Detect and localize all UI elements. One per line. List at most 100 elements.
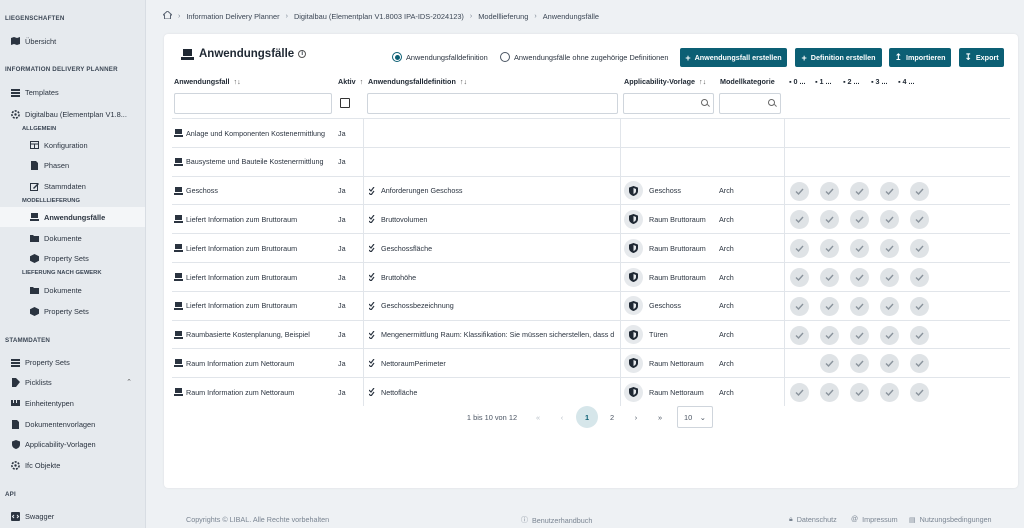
cell-applicability[interactable]: Geschoss: [624, 177, 718, 205]
sidebar-item-stammdaten[interactable]: Stammdaten: [0, 176, 145, 196]
home-icon[interactable]: [161, 10, 174, 21]
sidebar-item-ifc-objekte[interactable]: Ifc Objekte: [0, 455, 145, 475]
cell-definition[interactable]: Nettofläche: [369, 378, 619, 406]
sidebar-item-einheitentypen[interactable]: Einheitentypen: [0, 393, 145, 413]
filter-modellkategorie-input[interactable]: [719, 93, 781, 114]
phase-check-icon[interactable]: [820, 296, 839, 316]
sort-icon[interactable]: ↑↓: [460, 77, 467, 86]
filter-aktiv-checkbox[interactable]: [340, 98, 350, 108]
phase-check-icon[interactable]: [850, 296, 869, 316]
phase-check-icon[interactable]: [880, 181, 899, 201]
phase-check-icon[interactable]: [850, 268, 869, 287]
phase-check-icon[interactable]: [820, 239, 839, 259]
sort-asc-icon[interactable]: ↑: [360, 77, 364, 86]
page-1-button[interactable]: 1: [576, 406, 598, 428]
cell-definition[interactable]: Bruttohöhe: [369, 263, 619, 291]
phase-check-icon[interactable]: [880, 210, 899, 230]
phase-check-icon[interactable]: [820, 181, 839, 201]
cell-applicability[interactable]: Türen: [624, 321, 718, 349]
phase-check-icon[interactable]: [880, 239, 899, 259]
column-header-phase-3[interactable]: ▪ 3 ...: [871, 77, 888, 87]
table-row[interactable]: Anlage und Komponenten Kostenermittlung J…: [172, 118, 1010, 147]
phase-check-icon[interactable]: [850, 239, 869, 259]
breadcrumb-item[interactable]: Modelllieferung: [478, 12, 528, 21]
prev-page-button[interactable]: ‹: [552, 407, 572, 427]
phase-check-icon[interactable]: [910, 354, 929, 374]
phase-check-icon[interactable]: [850, 354, 869, 374]
radio-anwendungsfalldefinition[interactable]: Anwendungsfalldefinition: [392, 52, 488, 62]
sidebar-item-property-sets[interactable]: Property Sets: [0, 248, 145, 268]
column-header-phase-1[interactable]: ▪ 1 ...: [815, 77, 832, 87]
phase-check-icon[interactable]: [790, 296, 809, 316]
column-header-aktiv[interactable]: Aktiv ↑: [338, 77, 363, 87]
table-row[interactable]: Raum Information zum Nettoraum Ja Nettorau…: [172, 348, 1010, 378]
create-usecase-button[interactable]: + Anwendungsfall erstellen: [680, 48, 787, 67]
cell-definition[interactable]: Geschossbezeichnung: [369, 292, 619, 320]
export-button[interactable]: ↧ Export: [959, 48, 1004, 67]
filter-definition-input[interactable]: [367, 93, 618, 114]
phase-check-icon[interactable]: [880, 354, 899, 374]
breadcrumb-item[interactable]: Information Delivery Planner: [186, 12, 279, 21]
phase-check-icon[interactable]: [820, 383, 839, 403]
phase-check-icon[interactable]: [910, 181, 929, 201]
cell-applicability[interactable]: Raum Nettoraum: [624, 349, 718, 377]
last-page-button[interactable]: »: [650, 407, 670, 427]
sidebar-item-dokumentenvorlagen[interactable]: Dokumentenvorlagen: [0, 414, 145, 434]
column-header-phase-0[interactable]: ▪ 0 ...: [789, 77, 806, 87]
breadcrumb-item[interactable]: Digitalbau (Elementplan V1.8003 IPA-IDS-…: [294, 12, 464, 21]
sidebar-item-phasen[interactable]: Phasen: [0, 155, 145, 175]
sidebar-item-templates[interactable]: Templates: [0, 82, 145, 102]
filter-anwendungsfall-input[interactable]: [174, 93, 332, 114]
first-page-button[interactable]: «: [528, 407, 548, 427]
phase-check-icon[interactable]: [820, 354, 839, 374]
import-button[interactable]: ↥ Importieren: [889, 48, 951, 67]
phase-check-icon[interactable]: [790, 239, 809, 259]
table-row[interactable]: Raum Information zum Nettoraum Ja Nettoflä…: [172, 377, 1010, 407]
sort-icon[interactable]: ↑↓: [699, 77, 706, 86]
sidebar-item-uebersicht[interactable]: Übersicht: [0, 31, 145, 51]
sidebar-item-anwendungsfaelle[interactable]: Anwendungsfälle: [0, 207, 145, 227]
table-row[interactable]: Geschoss Ja Anforderungen Geschoss Geschoss…: [172, 175, 1010, 205]
cell-definition[interactable]: Mengenermittlung Raum: Klassifikation: S…: [369, 321, 619, 349]
cell-definition[interactable]: Anforderungen Geschoss: [369, 177, 619, 205]
phase-check-icon[interactable]: [790, 383, 809, 403]
phase-check-icon[interactable]: [910, 325, 929, 345]
info-icon[interactable]: i: [298, 50, 307, 58]
phase-check-icon[interactable]: [850, 210, 869, 230]
phase-check-icon[interactable]: [820, 210, 839, 230]
cell-applicability[interactable]: Raum Bruttoraum: [624, 205, 718, 233]
column-header-modellkategorie[interactable]: Modellkategorie: [720, 77, 775, 87]
phase-check-icon[interactable]: [790, 181, 809, 201]
page-size-select[interactable]: 10 ⌄: [677, 406, 713, 428]
column-header-phase-2[interactable]: ▪ 2 ...: [843, 77, 860, 87]
cell-applicability[interactable]: Geschoss: [624, 292, 718, 320]
phase-check-icon[interactable]: [850, 181, 869, 201]
filter-applicability-input[interactable]: [623, 93, 714, 114]
sidebar-item-dokumente[interactable]: Dokumente: [0, 228, 145, 248]
phase-check-icon[interactable]: [850, 325, 869, 345]
sidebar-item-property-sets-master[interactable]: Property Sets: [0, 352, 145, 372]
phase-check-icon[interactable]: [850, 383, 869, 403]
phase-check-icon[interactable]: [910, 383, 929, 403]
next-page-button[interactable]: ›: [626, 407, 646, 427]
phase-check-icon[interactable]: [820, 268, 839, 287]
radio-ohne-definitionen[interactable]: Anwendungsfälle ohne zugehörige Definiti…: [500, 52, 669, 62]
table-row[interactable]: Bausysteme und Bauteile Kostenermittlung…: [172, 146, 1010, 176]
phase-check-icon[interactable]: [910, 210, 929, 230]
cell-applicability[interactable]: Raum Bruttoraum: [624, 263, 718, 291]
sidebar-item-applicability-vorlagen[interactable]: Applicability-Vorlagen: [0, 434, 145, 454]
phase-check-icon[interactable]: [790, 325, 809, 345]
cell-applicability[interactable]: Raum Bruttoraum: [624, 234, 718, 262]
column-header-applicability[interactable]: Applicability-Vorlage ↑↓: [624, 77, 706, 87]
phase-check-icon[interactable]: [880, 296, 899, 316]
create-definition-button[interactable]: + Definition erstellen: [795, 48, 882, 67]
page-2-button[interactable]: 2: [602, 407, 622, 427]
table-row[interactable]: Raumbasierte Kostenplanung, Beispiel Ja Me…: [172, 319, 1010, 349]
footer-privacy-link[interactable]: 🔒︎ Datenschutz: [789, 515, 837, 524]
footer-terms-link[interactable]: ▤ Nutzungsbedingungen: [909, 515, 992, 524]
phase-check-icon[interactable]: [910, 268, 929, 287]
phase-check-icon[interactable]: [910, 239, 929, 259]
sidebar-item-property-sets-gewerk[interactable]: Property Sets: [0, 301, 145, 321]
column-header-definition[interactable]: Anwendungsfalldefinition ↑↓: [368, 77, 467, 87]
sidebar-item-digitalbau[interactable]: Digitalbau (Elementplan V1.8...: [0, 104, 145, 124]
